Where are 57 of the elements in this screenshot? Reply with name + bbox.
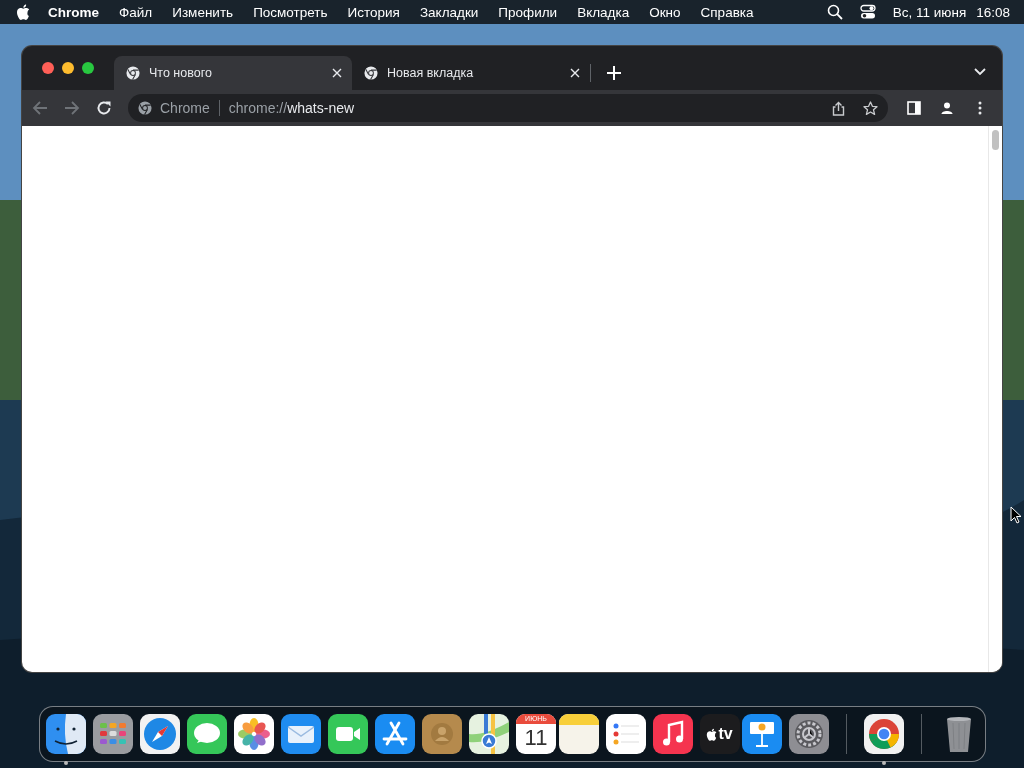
checklist-icon[interactable] — [605, 714, 646, 754]
menu-item[interactable]: Изменить — [172, 4, 234, 20]
apple-logo-icon — [706, 727, 718, 741]
map-pin-icon[interactable] — [469, 714, 509, 754]
plus-icon[interactable] — [607, 66, 621, 80]
video-camera-icon[interactable] — [328, 714, 368, 754]
mouse-cursor — [1010, 506, 1022, 524]
back-arrow-icon[interactable] — [32, 100, 48, 116]
chrome-logo-icon — [364, 66, 378, 80]
chrome-logo-icon — [138, 101, 152, 115]
chrome-logo-icon — [126, 66, 140, 80]
app-menu[interactable]: Chrome — [48, 4, 99, 20]
close-window-button[interactable] — [42, 62, 54, 74]
bookmark-star-icon[interactable] — [863, 100, 878, 116]
gear-icon[interactable] — [789, 714, 830, 754]
url-text: chrome://whats-new — [228, 100, 355, 116]
chrome-logo-icon[interactable] — [864, 714, 905, 754]
face-icon[interactable] — [46, 714, 86, 754]
menu-item[interactable]: Закладки — [419, 4, 479, 20]
menu-item[interactable]: Вкладка — [577, 4, 630, 20]
browser-tab[interactable]: Новая вкладка — [352, 56, 590, 90]
menu-bar-time[interactable]: 16:08 — [976, 4, 1010, 20]
menu-item[interactable]: Файл — [119, 4, 153, 20]
menu-item[interactable]: Профили — [498, 4, 558, 20]
share-icon[interactable] — [831, 100, 846, 116]
profile-avatar-icon[interactable] — [939, 100, 955, 116]
music-note-icon[interactable] — [652, 714, 693, 754]
scrollbar[interactable] — [988, 126, 1002, 672]
menu-item[interactable]: Справка — [700, 4, 754, 20]
envelope-icon[interactable] — [281, 714, 321, 754]
side-panel-icon[interactable] — [906, 100, 922, 116]
browser-tab[interactable]: Что нового — [114, 56, 352, 90]
forward-arrow-icon[interactable] — [64, 100, 80, 116]
notepad-icon[interactable] — [558, 714, 599, 754]
apple-logo-icon[interactable] — [16, 4, 30, 20]
address-bar[interactable]: Chrome chrome://whats-new — [128, 94, 888, 122]
podium-icon[interactable] — [742, 714, 783, 754]
zoom-window-button[interactable] — [82, 62, 94, 74]
app-grid-icon[interactable] — [93, 714, 133, 754]
menu-item[interactable]: Посмотреть — [253, 4, 328, 20]
flower-icon[interactable] — [234, 714, 274, 754]
compass-icon[interactable] — [140, 714, 180, 754]
chevron-down-icon[interactable] — [974, 68, 986, 76]
site-chip[interactable]: Chrome — [160, 100, 210, 116]
letter-a-icon[interactable] — [375, 714, 415, 754]
reload-icon[interactable] — [96, 100, 112, 116]
toggle-switches-icon[interactable] — [859, 4, 876, 20]
close-icon[interactable] — [332, 68, 342, 78]
menu-bar-date[interactable]: Вс, 11 июня — [892, 4, 967, 20]
menu-item[interactable]: История — [347, 4, 400, 20]
speech-bubble-icon[interactable] — [187, 714, 227, 754]
search-icon[interactable] — [826, 4, 843, 20]
tv-app-icon[interactable]: tv — [699, 714, 740, 754]
minimize-window-button[interactable] — [62, 62, 74, 74]
menu-item[interactable]: Окно — [649, 4, 681, 20]
person-card-icon[interactable] — [422, 714, 462, 754]
close-icon[interactable] — [570, 68, 580, 78]
